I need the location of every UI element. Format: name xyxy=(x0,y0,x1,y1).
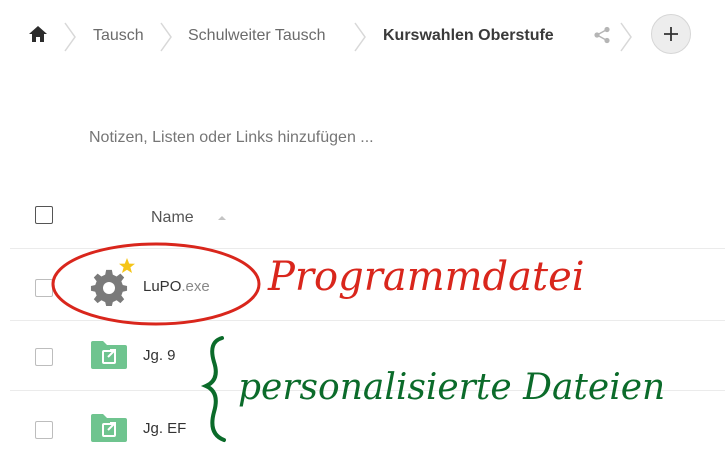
shared-folder-icon xyxy=(90,340,128,375)
table-row[interactable]: Jg. EF xyxy=(0,400,725,460)
share-icon[interactable] xyxy=(593,26,611,49)
plus-icon xyxy=(664,27,678,41)
select-all-checkbox[interactable] xyxy=(35,206,53,224)
breadcrumb-separator-icon xyxy=(160,22,172,52)
annotation-personalized-files: personalisierte Dateien xyxy=(238,367,666,408)
breadcrumb-separator-icon xyxy=(64,22,76,52)
breadcrumb-separator-icon xyxy=(620,22,632,52)
breadcrumb-separator-icon xyxy=(354,22,366,52)
shared-folder-icon xyxy=(90,413,128,448)
home-icon[interactable] xyxy=(28,25,48,48)
green-brace-annotation xyxy=(200,336,226,442)
breadcrumb-item-schulweiter-tausch[interactable]: Schulweiter Tausch xyxy=(188,27,326,45)
file-name[interactable]: Jg. EF xyxy=(143,420,186,437)
add-new-button[interactable] xyxy=(651,14,691,54)
sort-ascending-icon[interactable] xyxy=(217,215,227,221)
breadcrumb-item-tausch[interactable]: Tausch xyxy=(93,27,144,45)
breadcrumb-item-current[interactable]: Kurswahlen Oberstufe xyxy=(383,27,554,45)
notes-input[interactable]: Notizen, Listen oder Links hinzufügen ..… xyxy=(89,129,374,147)
row-checkbox[interactable] xyxy=(35,348,53,366)
annotation-program-file: Programmdatei xyxy=(268,254,585,300)
column-header-name[interactable]: Name xyxy=(151,209,194,227)
red-circle-annotation xyxy=(51,242,261,326)
file-name[interactable]: Jg. 9 xyxy=(143,347,176,364)
row-checkbox[interactable] xyxy=(35,421,53,439)
